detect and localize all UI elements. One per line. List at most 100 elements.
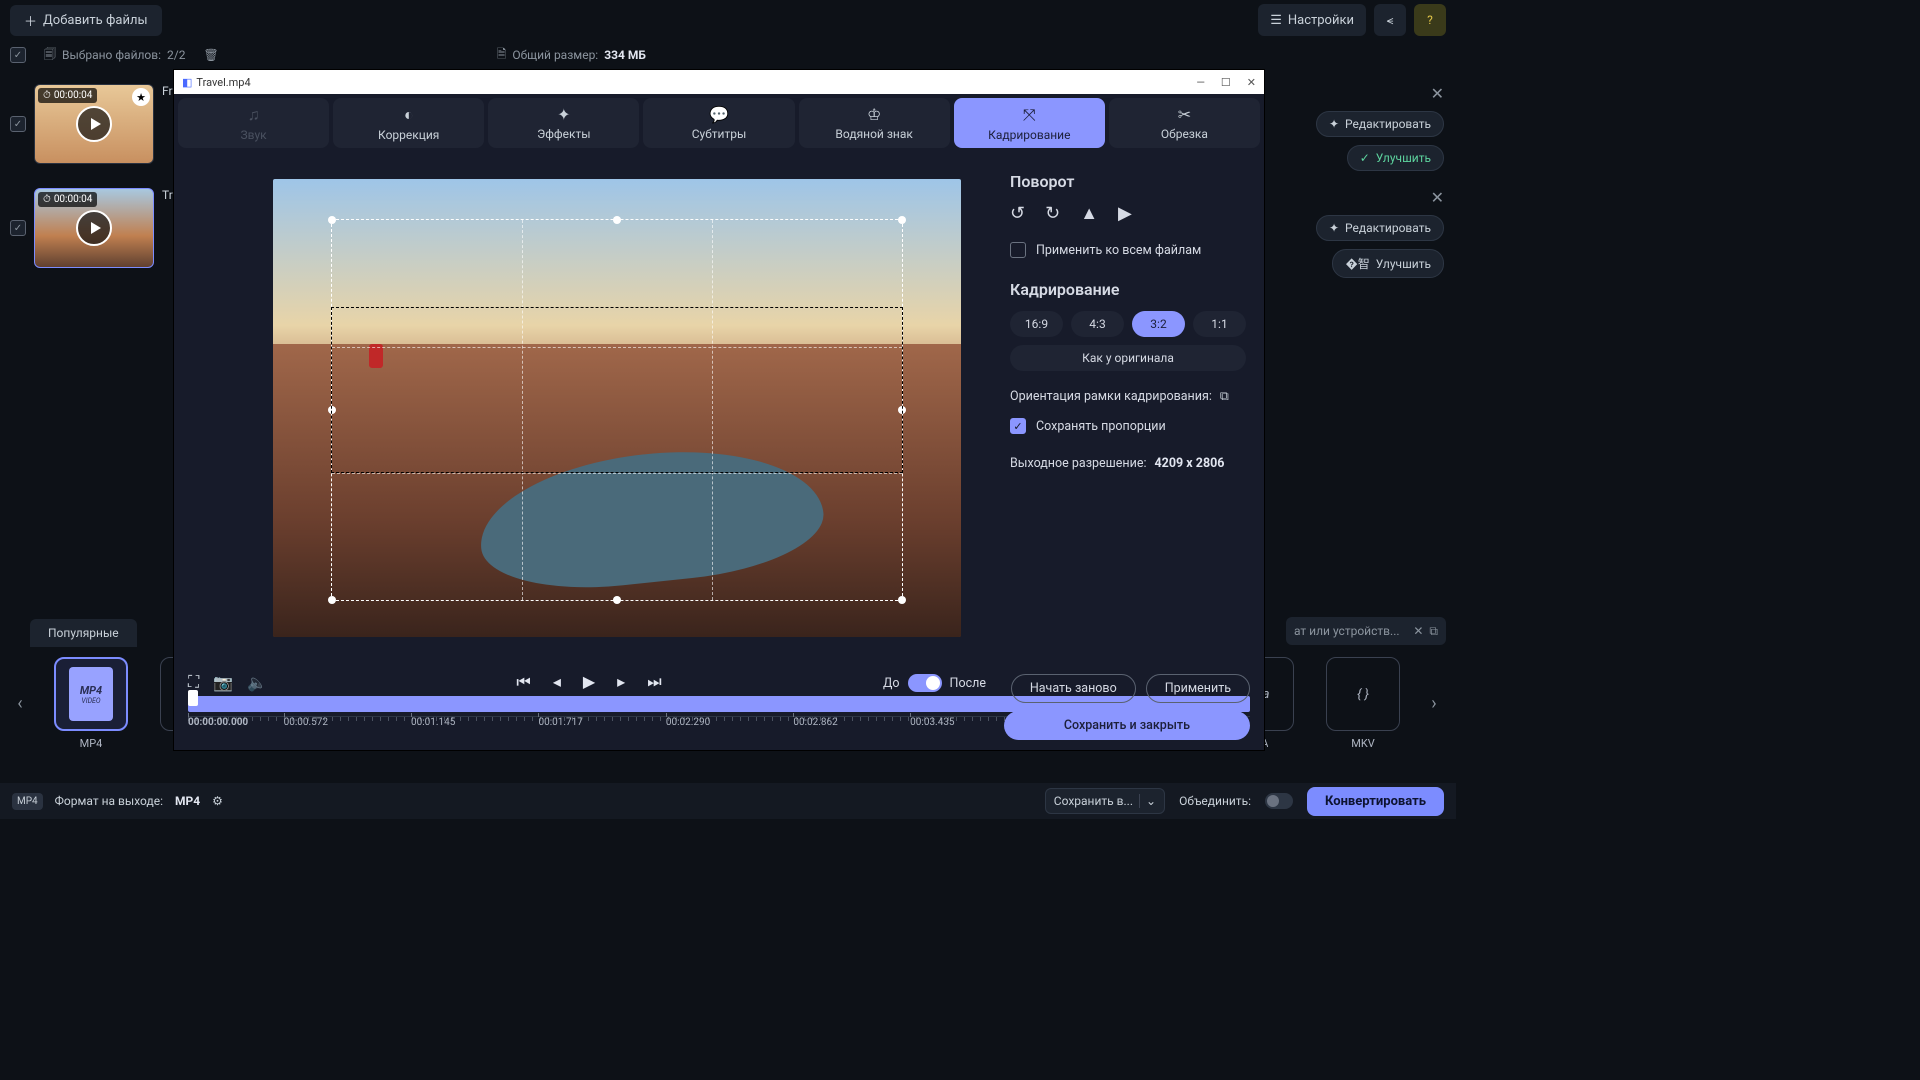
ai-enhance-button[interactable]: �智Улучшить bbox=[1332, 249, 1444, 278]
wand-icon: ✦ bbox=[1329, 221, 1339, 235]
apply-all-label: Применить ко всем файлам bbox=[1036, 243, 1201, 258]
chevron-down-icon: ⌄ bbox=[1139, 794, 1156, 808]
tab-trim[interactable]: ✂Обрезка bbox=[1109, 98, 1260, 148]
play-icon[interactable] bbox=[76, 106, 112, 142]
help-button[interactable]: ? bbox=[1414, 4, 1446, 36]
minimize-button[interactable]: — bbox=[1196, 76, 1205, 89]
rotate-left-button[interactable]: ↺ bbox=[1010, 203, 1025, 224]
formats-next-button[interactable]: › bbox=[1420, 660, 1448, 748]
file-thumbnail[interactable]: ⏱ 00:00:04 ★ bbox=[34, 84, 154, 164]
document-icon: 🗎 bbox=[497, 45, 507, 66]
add-files-button[interactable]: ＋ Добавить файлы bbox=[10, 5, 162, 36]
file-icon: 🗐 bbox=[44, 45, 56, 66]
crop-thirds-overlay bbox=[331, 307, 903, 473]
delete-selected-button[interactable]: 🗑 bbox=[204, 48, 219, 62]
restart-button[interactable]: Начать заново bbox=[1011, 674, 1136, 703]
flip-horizontal-button[interactable]: ▲ bbox=[1080, 203, 1098, 224]
ratio-original[interactable]: Как у оригинала bbox=[1010, 345, 1246, 371]
remove-file-button[interactable]: ✕ bbox=[1431, 84, 1444, 103]
duration-badge: ⏱ 00:00:04 bbox=[38, 192, 97, 207]
merge-label: Объединить: bbox=[1179, 794, 1251, 808]
format-search-placeholder: ат или устройств... bbox=[1294, 624, 1407, 638]
select-all-checkbox[interactable] bbox=[10, 47, 26, 63]
output-settings-button[interactable]: ⚙ bbox=[212, 794, 223, 808]
close-button[interactable]: ✕ bbox=[1247, 76, 1256, 89]
formats-tab-popular[interactable]: Популярные bbox=[30, 619, 137, 647]
timeline-playhead[interactable] bbox=[188, 690, 198, 706]
rotate-right-button[interactable]: ↻ bbox=[1045, 203, 1060, 224]
apply-all-checkbox[interactable] bbox=[1010, 242, 1026, 258]
format-badge-icon: MP4 bbox=[12, 793, 43, 810]
editor-modal: ◧ Travel.mp4 — ☐ ✕ ♫Звук ◐Коррекция ✦Эфф… bbox=[174, 70, 1264, 750]
save-and-close-button[interactable]: Сохранить и закрыть bbox=[1004, 711, 1250, 740]
tab-subtitles[interactable]: 💬Субтитры bbox=[643, 98, 794, 148]
search-expand-icon[interactable]: ⧉ bbox=[1429, 624, 1438, 639]
output-format-value: MP4 bbox=[175, 794, 200, 808]
favorite-icon[interactable]: ★ bbox=[132, 88, 150, 106]
ratio-3-2[interactable]: 3:2 bbox=[1132, 311, 1185, 337]
output-format-label: Формат на выходе: bbox=[55, 794, 163, 808]
wand-icon: ✦ bbox=[1329, 117, 1339, 131]
keep-ratio-checkbox[interactable] bbox=[1010, 418, 1026, 434]
format-card-mp4[interactable]: MP4VIDEO MP4 bbox=[42, 657, 140, 750]
sliders-icon: ☰ bbox=[1270, 13, 1282, 28]
maximize-button[interactable]: ☐ bbox=[1221, 76, 1231, 89]
orientation-label: Ориентация рамки кадрирования: bbox=[1010, 389, 1212, 404]
ai-icon: �智 bbox=[1345, 255, 1369, 272]
sparkle-icon: ✦ bbox=[557, 105, 570, 124]
tab-watermark[interactable]: ♔Водяной знак bbox=[799, 98, 950, 148]
check-icon: ✓ bbox=[1360, 151, 1370, 165]
video-preview[interactable] bbox=[273, 179, 961, 637]
edit-button[interactable]: ✦Редактировать bbox=[1316, 111, 1444, 137]
apply-button[interactable]: Применить bbox=[1146, 674, 1250, 703]
crop-handle[interactable] bbox=[613, 596, 621, 604]
crop-handle[interactable] bbox=[328, 596, 336, 604]
tab-correction[interactable]: ◐Коррекция bbox=[333, 98, 484, 148]
format-card[interactable]: { }MKV bbox=[1314, 657, 1412, 750]
app-icon: ◧ bbox=[182, 76, 192, 89]
file-thumbnail[interactable]: ⏱ 00:00:04 bbox=[34, 188, 154, 268]
crop-icon: ⤧ bbox=[1023, 105, 1036, 125]
chat-icon: 💬 bbox=[709, 105, 729, 124]
ratio-16-9[interactable]: 16:9 bbox=[1010, 311, 1063, 337]
settings-label: Настройки bbox=[1288, 13, 1354, 28]
edit-button[interactable]: ✦Редактировать bbox=[1316, 215, 1444, 241]
ratio-4-3[interactable]: 4:3 bbox=[1071, 311, 1124, 337]
scissors-icon: ✂ bbox=[1178, 105, 1191, 124]
merge-toggle[interactable] bbox=[1265, 793, 1293, 809]
crop-handle[interactable] bbox=[613, 216, 621, 224]
crop-handle[interactable] bbox=[898, 596, 906, 604]
tab-crop[interactable]: ⤧Кадрирование bbox=[954, 98, 1105, 148]
total-size: 🗎 Общий размер: 334 МБ bbox=[497, 45, 646, 66]
keep-ratio-label: Сохранять пропорции bbox=[1036, 419, 1166, 434]
crop-handle[interactable] bbox=[328, 216, 336, 224]
formats-prev-button[interactable]: ‹ bbox=[6, 660, 34, 748]
share-button[interactable]: ⪪ bbox=[1374, 4, 1406, 36]
flip-vertical-button[interactable]: ▶ bbox=[1118, 203, 1132, 224]
convert-button[interactable]: Конвертировать bbox=[1307, 787, 1444, 816]
stamp-icon: ♔ bbox=[867, 105, 881, 124]
crop-handle[interactable] bbox=[898, 216, 906, 224]
tab-sound[interactable]: ♫Звук bbox=[178, 98, 329, 148]
crop-heading: Кадрирование bbox=[1010, 280, 1246, 299]
orientation-toggle-button[interactable]: ⧉ bbox=[1220, 389, 1229, 404]
rotate-heading: Поворот bbox=[1010, 172, 1246, 191]
selected-count: 🗐 Выбрано файлов: 2/2 bbox=[44, 45, 186, 66]
save-to-dropdown[interactable]: Сохранить в... ⌄ bbox=[1045, 788, 1165, 814]
window-title: Travel.mp4 bbox=[196, 76, 250, 89]
music-icon: ♫ bbox=[248, 105, 260, 125]
ratio-1-1[interactable]: 1:1 bbox=[1193, 311, 1246, 337]
enhance-button[interactable]: ✓Улучшить bbox=[1347, 145, 1444, 171]
duration-badge: ⏱ 00:00:04 bbox=[38, 88, 97, 103]
tab-effects[interactable]: ✦Эффекты bbox=[488, 98, 639, 148]
plus-icon: ＋ bbox=[24, 11, 37, 30]
clear-search-icon[interactable]: ✕ bbox=[1413, 624, 1423, 638]
format-search[interactable]: ат или устройств... ✕ ⧉ bbox=[1286, 617, 1446, 645]
file-checkbox[interactable] bbox=[10, 116, 26, 132]
output-resolution: Выходное разрешение:4209 x 2806 bbox=[1010, 456, 1246, 471]
play-icon[interactable] bbox=[76, 210, 112, 246]
remove-file-button[interactable]: ✕ bbox=[1431, 188, 1444, 207]
file-checkbox[interactable] bbox=[10, 220, 26, 236]
help-icon: ? bbox=[1427, 13, 1433, 27]
settings-button[interactable]: ☰ Настройки bbox=[1258, 4, 1366, 36]
